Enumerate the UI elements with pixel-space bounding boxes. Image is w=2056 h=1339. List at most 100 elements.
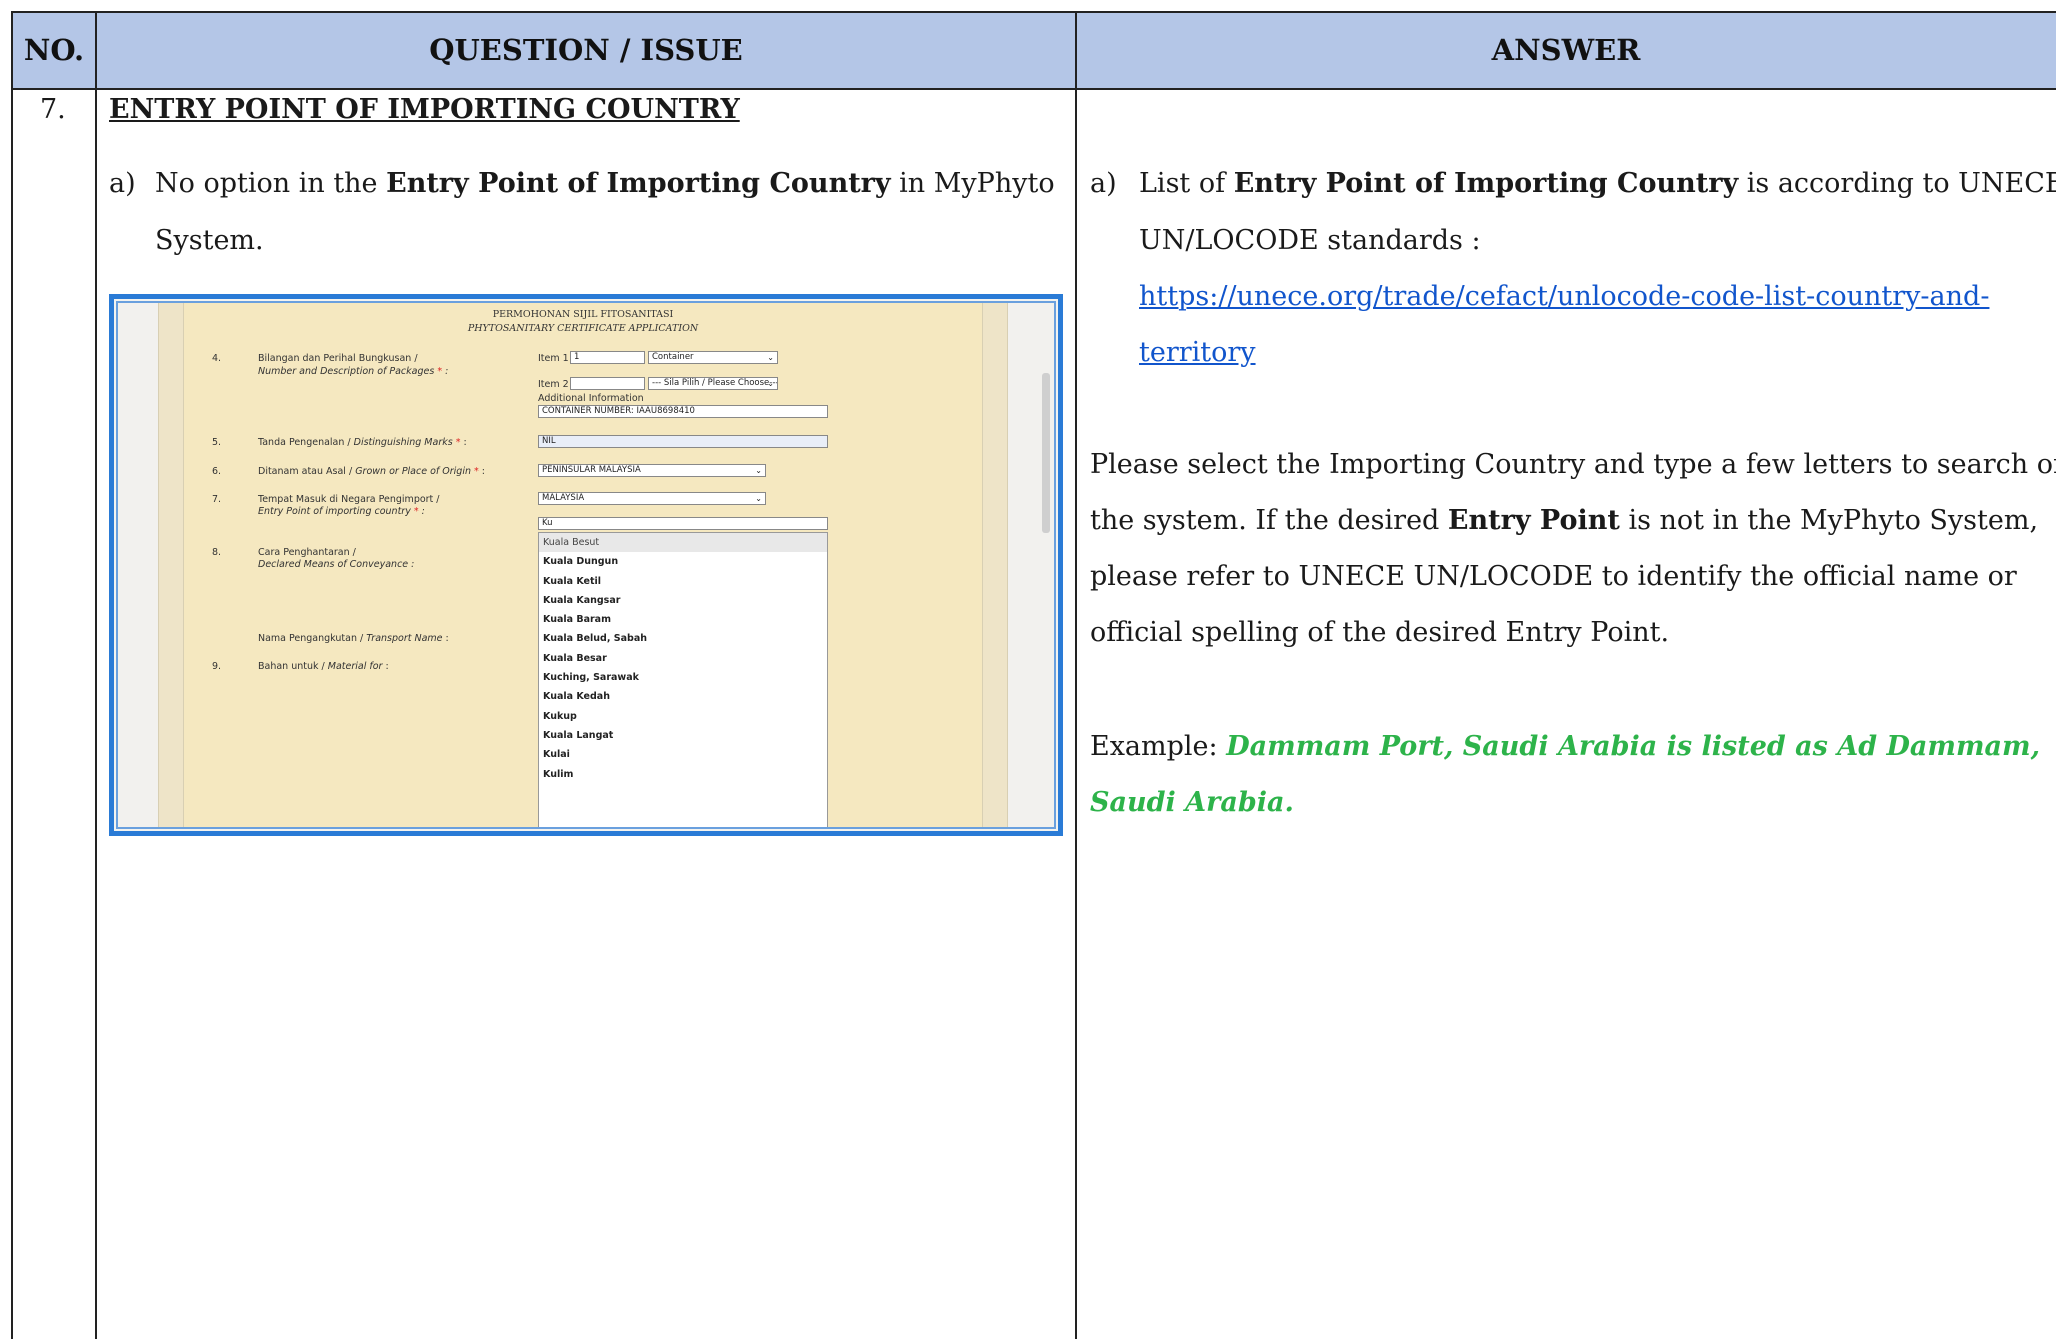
form-title: PERMOHONAN SIJIL FITOSANITASI	[492, 309, 674, 320]
dropdown-option[interactable]: Kuala Kangsar	[539, 591, 827, 610]
unlocode-link-line-2[interactable]: territory	[1139, 324, 1256, 381]
example-text-1: Dammam Port, Saudi Arabia is listed as A…	[1226, 731, 2041, 762]
field-6-label: Ditanam atau Asal / Grown or Place of Or…	[258, 466, 485, 477]
screenshot-scrollbar[interactable]	[1042, 373, 1050, 533]
answer-para-2a: the system. If the desired	[1090, 505, 1448, 536]
field-4-number: 4.	[212, 353, 222, 364]
dropdown-option[interactable]: Kuching, Sarawak	[539, 668, 827, 687]
dropdown-option[interactable]: Kuala Langat	[539, 726, 827, 745]
question-line-1: No option in the Entry Point of Importin…	[155, 155, 1055, 212]
field-6-label-en: Grown or Place of Origin	[355, 466, 471, 477]
field-9-label-text: Bahan untuk /	[258, 661, 328, 672]
field-4-label: Bilangan dan Perihal Bungkusan /	[258, 353, 418, 364]
field-6-select-value: PENINSULAR MALAYSIA	[542, 465, 641, 475]
dropdown-option[interactable]: Kuala Besut	[539, 533, 827, 553]
additional-info-input[interactable]: CONTAINER NUMBER: IAAU8698410	[538, 405, 828, 418]
col-divider-2	[1075, 11, 1077, 1339]
item-1-select[interactable]: Container ⌄	[648, 351, 778, 364]
question-line-2: System.	[155, 225, 264, 256]
screenshot-frame: PERMOHONAN SIJIL FITOSANITASI PHYTOSANIT…	[116, 301, 1056, 829]
section-title: ENTRY POINT OF IMPORTING COUNTRY	[109, 81, 740, 138]
dropdown-option[interactable]: Kuala Belud, Sabah	[539, 629, 827, 648]
field-7-label-en-text: Entry Point of importing country	[258, 506, 411, 517]
field-7-country-value: MALAYSIA	[542, 493, 585, 503]
answer-line-1: List of Entry Point of Importing Country…	[1139, 155, 2056, 212]
item-1-input[interactable]: 1	[570, 351, 645, 364]
answer-text-1: List of	[1139, 168, 1234, 199]
entry-point-search-input[interactable]: Ku	[538, 517, 828, 530]
item-2-select[interactable]: --- Sila Pilih / Please Choose--- ⌄	[648, 377, 778, 390]
field-9-label-en: Material for	[327, 661, 383, 672]
example-line-2: Saudi Arabia.	[1090, 787, 1294, 818]
label-colon: :	[442, 633, 449, 644]
answer-para-line-3: please refer to UNECE UN/LOCODE to ident…	[1090, 561, 2017, 592]
answer-para-2b: is not in the MyPhyto System,	[1619, 505, 2039, 536]
unlocode-link-line-1[interactable]: https://unece.org/trade/cefact/unlocode-…	[1139, 268, 1989, 325]
answer-para-line-1: Please select the Importing Country and …	[1090, 449, 2056, 480]
dropdown-option[interactable]: Kuala Dungun	[539, 552, 827, 571]
field-4-label-en-text: Number and Description of Packages	[258, 366, 435, 377]
dropdown-option[interactable]: Kulim	[539, 765, 827, 784]
item-2-label: Item 2	[538, 379, 569, 390]
field-6-number: 6.	[212, 466, 222, 477]
question-text-2: in MyPhyto	[890, 168, 1055, 199]
table-top-border	[12, 11, 2056, 13]
additional-info-label: Additional Information	[538, 393, 644, 404]
example-line-1: Example: Dammam Port, Saudi Arabia is li…	[1090, 718, 2040, 775]
dropdown-list: Kuala Besut Kuala Dungun Kuala Ketil Kuala …	[539, 533, 827, 784]
item-2-input[interactable]	[570, 377, 645, 390]
chevron-down-icon: ⌄	[755, 494, 762, 503]
form-subtitle: PHYTOSANITARY CERTIFICATE APPLICATION	[467, 323, 699, 334]
answer-text-bold: Entry Point of Importing Country	[1233, 168, 1739, 199]
dropdown-option[interactable]: Kuala Ketil	[539, 572, 827, 591]
label-colon: :	[442, 366, 449, 377]
row-number: 7.	[40, 94, 66, 125]
question-text-bold: Entry Point of Importing Country	[386, 168, 891, 199]
field-7-label-en: Entry Point of importing country * :	[258, 506, 425, 517]
transport-label-en: Transport Name	[366, 633, 443, 644]
example-label: Example:	[1090, 731, 1227, 762]
item-1-label: Item 1	[538, 353, 569, 364]
embedded-screenshot: PERMOHONAN SIJIL FITOSANITASI PHYTOSANIT…	[109, 294, 1063, 836]
field-5-input[interactable]: NIL	[538, 435, 828, 448]
answer-para-line-2: the system. If the desired Entry Point i…	[1090, 492, 2038, 549]
answer-text-2: is according to UNECE	[1738, 168, 2056, 199]
answer-para-2-bold: Entry Point	[1447, 505, 1620, 536]
field-7-label: Tempat Masuk di Negara Pengimport /	[258, 494, 440, 505]
field-8-label: Cara Penghantaran /	[258, 547, 356, 558]
chevron-down-icon: ⌄	[755, 466, 762, 475]
transport-name-label: Nama Pengangkutan / Transport Name :	[258, 633, 449, 644]
chevron-down-icon: ⌄	[767, 353, 774, 362]
field-9-label: Bahan untuk / Material for :	[258, 661, 389, 672]
item-1-select-value: Container	[652, 352, 694, 362]
field-6-select[interactable]: PENINSULAR MALAYSIA ⌄	[538, 464, 766, 477]
field-7-number: 7.	[212, 494, 222, 505]
label-colon: :	[478, 466, 485, 477]
field-4-label-en: Number and Description of Packages * :	[258, 366, 448, 377]
dropdown-option[interactable]: Kuala Baram	[539, 610, 827, 629]
label-colon: :	[382, 661, 389, 672]
dropdown-option[interactable]: Kulai	[539, 745, 827, 764]
form-left-stripe	[158, 303, 184, 827]
field-8-number: 8.	[212, 547, 222, 558]
table-left-border	[11, 11, 13, 1339]
form-right-stripe	[982, 303, 1008, 827]
field-9-number: 9.	[212, 661, 222, 672]
section-title-text: ENTRY POINT OF IMPORTING COUNTRY	[109, 94, 740, 125]
label-colon: :	[460, 437, 467, 448]
col-divider-1	[95, 11, 97, 1339]
header-question: QUESTION / ISSUE	[429, 33, 743, 67]
field-7-country-select[interactable]: MALAYSIA ⌄	[538, 492, 766, 505]
header-no: NO.	[23, 33, 85, 67]
dropdown-option[interactable]: Kukup	[539, 707, 827, 726]
field-5-label: Tanda Pengenalan / Distinguishing Marks …	[258, 437, 467, 448]
entry-point-dropdown[interactable]: Kuala Besut Kuala Dungun Kuala Ketil Kuala …	[538, 532, 828, 827]
transport-label-text: Nama Pengangkutan /	[258, 633, 367, 644]
dropdown-option[interactable]: Kuala Besar	[539, 649, 827, 668]
field-5-label-en: Distinguishing Marks	[353, 437, 453, 448]
answer-line-2: UN/LOCODE standards :	[1139, 225, 1481, 256]
field-5-label-text: Tanda Pengenalan /	[258, 437, 354, 448]
answer-para-line-4: official spelling of the desired Entry P…	[1090, 617, 1670, 648]
dropdown-option[interactable]: Kuala Kedah	[539, 687, 827, 706]
label-colon: :	[418, 506, 425, 517]
